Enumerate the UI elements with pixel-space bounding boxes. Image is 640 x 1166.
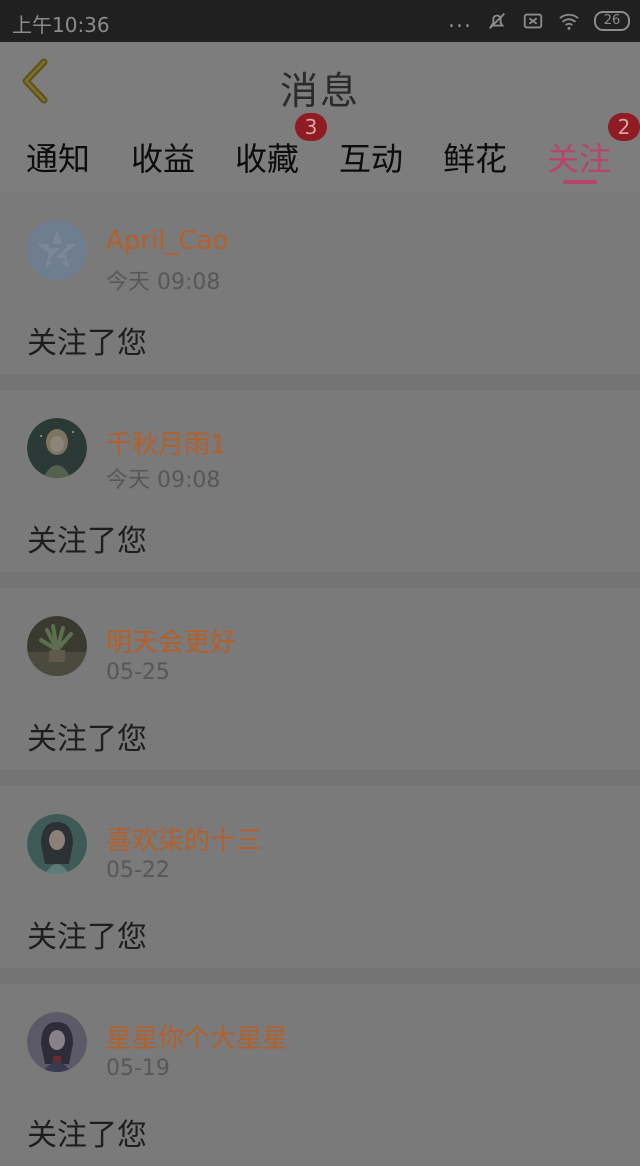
message-text: 关注了您 — [27, 920, 147, 955]
user-name[interactable]: 星星你个大星星 — [106, 1018, 288, 1055]
divider — [0, 770, 640, 786]
user-name[interactable]: April_Cao — [106, 226, 228, 256]
message-text: 关注了您 — [27, 524, 147, 559]
status-time: 上午10:36 — [12, 13, 110, 37]
list-item[interactable]: 喜欢柒的十三 05-22 关注了您 — [0, 786, 640, 968]
divider — [0, 572, 640, 588]
status-bar: 上午10:36 ... 26 — [0, 0, 640, 42]
plant-photo-avatar[interactable] — [27, 616, 87, 676]
anime-girl-avatar[interactable] — [27, 814, 87, 874]
list-item[interactable]: 千秋月雨1 今天 09:08 关注了您 — [0, 390, 640, 572]
page-title: 消息 — [279, 69, 360, 113]
tab-flowers[interactable]: 鲜花 — [443, 134, 507, 180]
bell-off-icon — [489, 12, 505, 29]
anime-girl-avatar[interactable] — [27, 1012, 87, 1072]
wifi-icon — [559, 13, 579, 30]
tab-favorites[interactable]: 收藏 — [235, 134, 299, 180]
divider — [0, 968, 640, 984]
user-name[interactable]: 喜欢柒的十三 — [106, 820, 262, 857]
message-time: 05-19 — [106, 1056, 170, 1081]
user-name[interactable]: 明天会更好 — [106, 622, 236, 659]
message-text: 关注了您 — [27, 326, 147, 361]
user-name[interactable]: 千秋月雨1 — [106, 424, 227, 461]
anime-girl-avatar[interactable] — [27, 418, 87, 478]
list-item[interactable]: 明天会更好 05-25 关注了您 — [0, 588, 640, 770]
list-item[interactable]: 星星你个大星星 05-19 关注了您 — [0, 984, 640, 1166]
status-icons: ... 26 — [448, 8, 630, 33]
tab-follows-badge: 2 — [608, 113, 640, 141]
tab-notifications[interactable]: 通知 — [26, 134, 90, 180]
more-dots: ... — [448, 8, 472, 33]
sim-off-icon — [523, 13, 543, 28]
list-item[interactable]: April_Cao 今天 09:08 关注了您 — [0, 192, 640, 374]
divider — [0, 374, 640, 390]
message-time: 05-25 — [106, 660, 170, 685]
tab-earnings[interactable]: 收益 — [131, 134, 195, 180]
message-text: 关注了您 — [27, 1118, 147, 1153]
message-time: 今天 09:08 — [106, 468, 221, 493]
qq-default-avatar-icon[interactable] — [27, 220, 87, 280]
nav-header: 消息 — [0, 42, 640, 123]
tab-interactions[interactable]: 互动 — [339, 134, 403, 180]
message-text: 关注了您 — [27, 722, 147, 757]
message-time: 05-22 — [106, 858, 170, 883]
message-time: 今天 09:08 — [106, 270, 221, 295]
tab-follows[interactable]: 关注 — [547, 134, 611, 180]
battery-icon: 26 — [594, 10, 630, 31]
active-tab-indicator — [563, 180, 597, 184]
tab-favorites-badge: 3 — [295, 113, 327, 141]
